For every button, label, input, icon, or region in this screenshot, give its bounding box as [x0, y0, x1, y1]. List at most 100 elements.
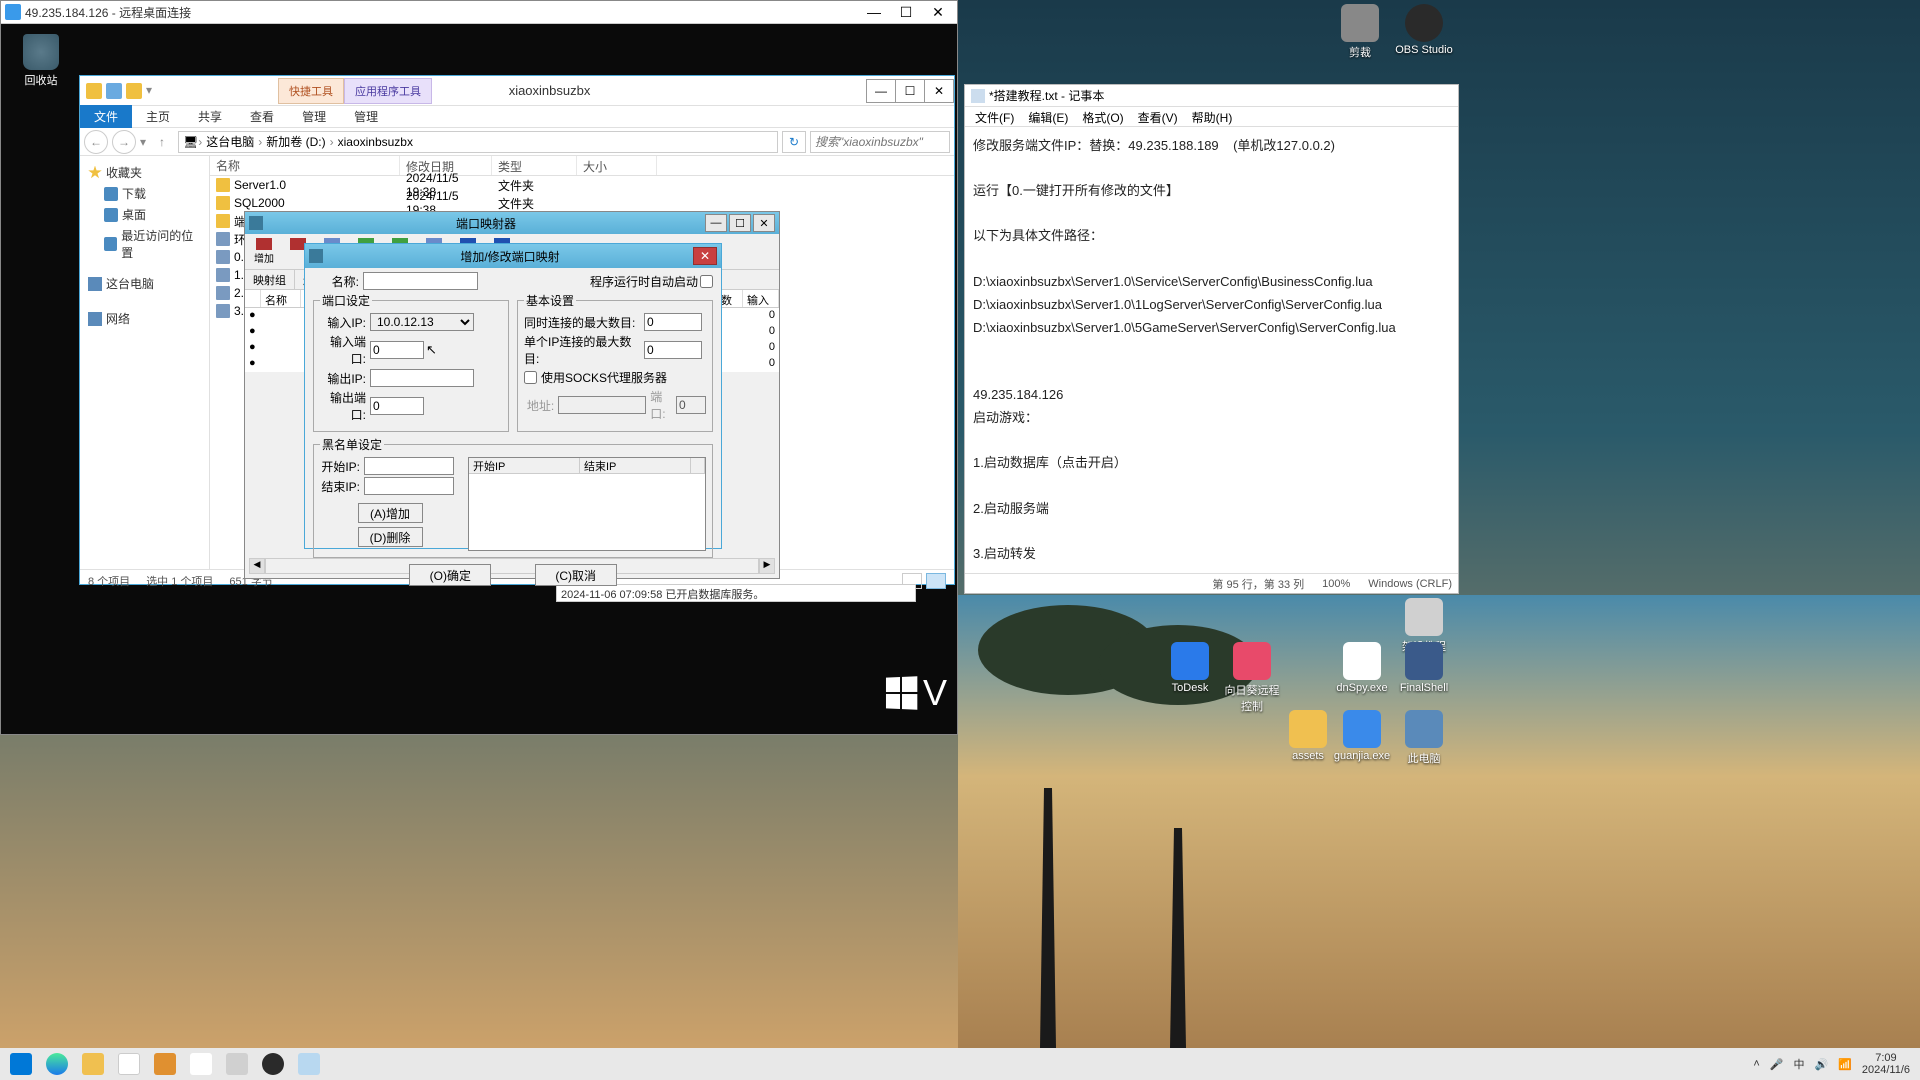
name-input[interactable]	[363, 272, 478, 290]
history-dropdown-icon[interactable]: ▾	[140, 135, 146, 149]
forward-button[interactable]: →	[112, 130, 136, 154]
blacklist-add-button[interactable]: (A)增加	[358, 503, 423, 523]
autostart-checkbox[interactable]	[700, 275, 713, 288]
close-button[interactable]: ✕	[693, 247, 717, 265]
desktop-icon-sunflower[interactable]: 向日葵远程控制	[1222, 642, 1282, 714]
col-end-ip[interactable]: 结束IP	[580, 458, 691, 473]
notepad-titlebar[interactable]: *搭建教程.txt - 记事本	[965, 85, 1458, 107]
tray-expand-icon[interactable]: ˄	[1753, 1058, 1759, 1070]
qat-icon[interactable]	[126, 83, 142, 99]
notepad-content[interactable]: 修改服务端文件IP：替换：49.235.188.189 (单机改127.0.0.…	[965, 127, 1458, 573]
col-size[interactable]: 大小	[577, 156, 657, 175]
col-type[interactable]: 类型	[492, 156, 577, 175]
minimize-button[interactable]: —	[859, 2, 889, 22]
desktop-icon-todesk[interactable]: ToDesk	[1160, 642, 1220, 694]
cancel-button[interactable]: (C)取消	[535, 564, 617, 586]
taskbar-app[interactable]	[112, 1050, 146, 1078]
taskbar-edge[interactable]	[40, 1050, 74, 1078]
tree-computer[interactable]: 这台电脑	[84, 273, 205, 294]
ribbon-tab[interactable]: 查看	[236, 105, 288, 128]
tool-tab[interactable]: 快捷工具	[278, 78, 344, 104]
output-ip-field[interactable]	[370, 369, 474, 387]
menu-help[interactable]: 帮助(H)	[1186, 107, 1239, 126]
desktop-icon-obs[interactable]: OBS Studio	[1394, 4, 1454, 56]
rdp-titlebar[interactable]: 49.235.184.126 - 远程桌面连接 — ☐ ✕	[1, 1, 957, 24]
close-button[interactable]: ✕	[924, 79, 954, 103]
tree-recent[interactable]: 最近访问的位置	[84, 225, 205, 263]
start-button[interactable]	[4, 1050, 38, 1078]
per-ip-field[interactable]	[644, 341, 702, 359]
taskbar-explorer[interactable]	[76, 1050, 110, 1078]
menu-file[interactable]: 文件(F)	[969, 107, 1020, 126]
socks-checkbox[interactable]	[524, 371, 537, 384]
breadcrumb[interactable]: 🖥 › 这台电脑› 新加卷 (D:)› xiaoxinbsuzbx	[178, 131, 778, 153]
col-idx[interactable]	[245, 290, 261, 307]
ribbon-tab[interactable]: 共享	[184, 105, 236, 128]
menu-edit[interactable]: 编辑(E)	[1022, 107, 1074, 126]
blacklist-delete-button[interactable]: (D)删除	[358, 527, 423, 547]
maximize-button[interactable]: ☐	[895, 79, 925, 103]
menu-view[interactable]: 查看(V)	[1132, 107, 1184, 126]
maximize-button[interactable]: ☐	[729, 214, 751, 232]
view-large-button[interactable]	[926, 573, 946, 589]
clock[interactable]: 7:09 2024/11/6	[1862, 1052, 1916, 1076]
menu-format[interactable]: 格式(O)	[1076, 107, 1129, 126]
close-button[interactable]: ✕	[753, 214, 775, 232]
tree-downloads[interactable]: 下载	[84, 183, 205, 204]
portmap-titlebar[interactable]: 端口映射器 — ☐ ✕	[245, 212, 779, 234]
tray-mic-icon[interactable]: 🎤	[1770, 1058, 1784, 1071]
max-conn-field[interactable]	[644, 313, 702, 331]
blacklist-grid[interactable]: 开始IP 结束IP	[468, 457, 706, 551]
minimize-button[interactable]: —	[705, 214, 727, 232]
input-ip-select[interactable]: 10.0.12.13	[370, 313, 474, 331]
taskbar-app[interactable]	[220, 1050, 254, 1078]
file-row[interactable]: Server1.02024/11/5 19:38文件夹	[210, 176, 954, 194]
file-row[interactable]: SQL20002024/11/5 19:38文件夹	[210, 194, 954, 212]
desktop-icon-pc[interactable]: 此电脑	[1394, 710, 1454, 766]
minimize-button[interactable]: —	[866, 79, 896, 103]
ok-button[interactable]: (O)确定	[409, 564, 491, 586]
output-port-field[interactable]	[370, 397, 424, 415]
taskbar-app[interactable]	[148, 1050, 182, 1078]
tree-desktop[interactable]: 桌面	[84, 204, 205, 225]
dialog-titlebar[interactable]: 增加/修改端口映射 ✕	[305, 244, 721, 268]
col-name[interactable]: 名称	[210, 156, 400, 175]
qat-dropdown-icon[interactable]: ▾	[146, 83, 152, 99]
tree-network[interactable]: 网络	[84, 308, 205, 329]
tray-ime-icon[interactable]: 中	[1793, 1056, 1804, 1072]
explorer-titlebar[interactable]: ▾ 快捷工具 应用程序工具 xiaoxinbsuzbx — ☐ ✕	[80, 76, 954, 106]
desktop-icon-finalshell[interactable]: FinalShell	[1394, 642, 1454, 694]
col-start-ip[interactable]: 开始IP	[469, 458, 580, 473]
tray-volume-icon[interactable]: 🔊	[1814, 1058, 1828, 1071]
end-ip-field[interactable]	[364, 477, 454, 495]
ribbon-file[interactable]: 文件	[80, 105, 132, 128]
tool-tab[interactable]: 应用程序工具	[344, 78, 432, 104]
close-button[interactable]: ✕	[923, 2, 953, 22]
search-input[interactable]	[810, 131, 950, 153]
input-port-field[interactable]	[370, 341, 424, 359]
desktop-icon-guanjia[interactable]: guanjia.exe	[1332, 710, 1392, 762]
desktop-icon-dnspy[interactable]: dnSpy.exe	[1332, 642, 1392, 694]
col-name[interactable]: 名称	[261, 290, 301, 307]
col-in[interactable]: 输入	[743, 290, 779, 307]
qat-icon[interactable]	[86, 83, 102, 99]
refresh-button[interactable]: ↻	[782, 131, 806, 153]
desktop-icon-clip[interactable]: 剪裁	[1330, 4, 1390, 60]
ribbon-tab[interactable]: 管理	[288, 105, 340, 128]
start-ip-field[interactable]	[364, 457, 454, 475]
maximize-button[interactable]: ☐	[891, 2, 921, 22]
ribbon-tab[interactable]: 主页	[132, 105, 184, 128]
qat-icon[interactable]	[106, 83, 122, 99]
tray-network-icon[interactable]: 📶	[1838, 1058, 1852, 1071]
up-button[interactable]: ↑	[150, 130, 174, 154]
taskbar-app[interactable]	[184, 1050, 218, 1078]
back-button[interactable]: ←	[84, 130, 108, 154]
taskbar-app[interactable]	[292, 1050, 326, 1078]
tab-mapgroup[interactable]: 映射组	[245, 270, 295, 289]
taskbar-app[interactable]	[256, 1050, 290, 1078]
ribbon-tab[interactable]: 管理	[340, 105, 392, 128]
recycle-bin-icon[interactable]: 回收站	[11, 34, 71, 88]
add-button[interactable]: 增加	[247, 236, 281, 268]
desktop-icon-assets[interactable]: assets	[1278, 710, 1338, 762]
tree-favorites[interactable]: 收藏夹	[84, 162, 205, 183]
